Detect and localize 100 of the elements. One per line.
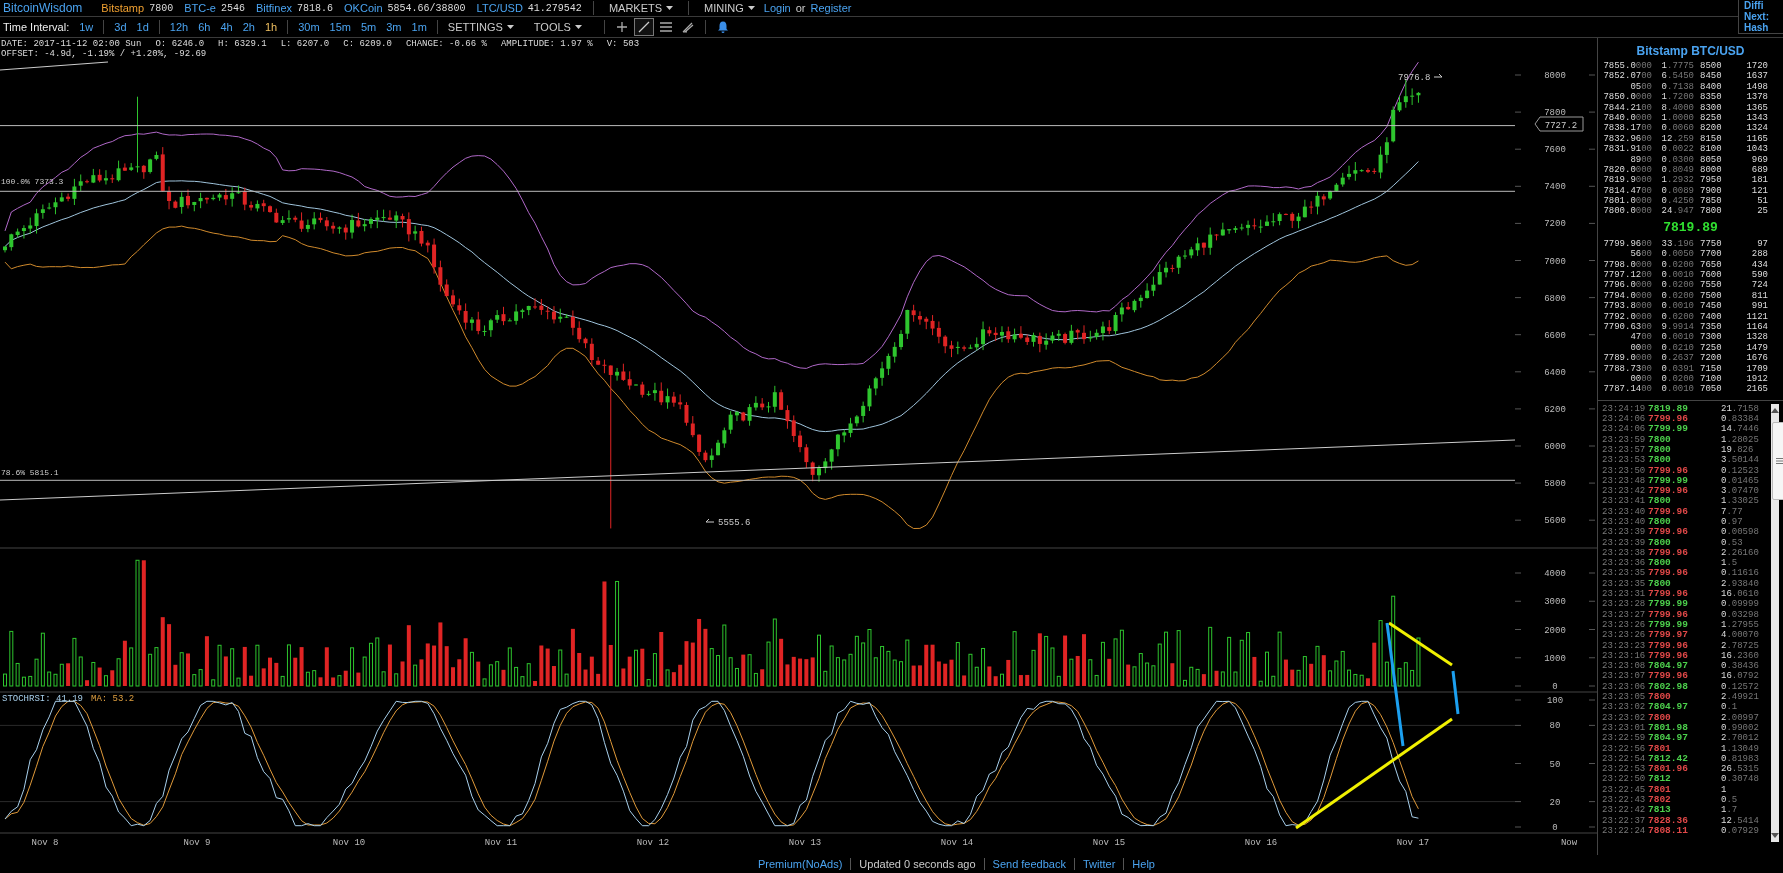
order-total: 1165 bbox=[1745, 133, 1768, 145]
interval-tab[interactable]: 2h bbox=[238, 21, 259, 33]
price-axis-label: 6800 bbox=[1544, 293, 1566, 304]
trade-time: 23:22:37 bbox=[1602, 815, 1646, 826]
order-amount: 1.0000 bbox=[1660, 112, 1694, 124]
order-total: 1043 bbox=[1745, 144, 1768, 155]
order-price: 7838.1700 bbox=[1602, 123, 1652, 134]
order-price: 8900 bbox=[1629, 154, 1652, 165]
info-text: AMPLITUDE: 1.97 % bbox=[500, 39, 593, 49]
trade-time: 23:23:27 bbox=[1602, 609, 1646, 620]
order-level: 8050 bbox=[1700, 154, 1723, 165]
trade-amount: 0.53 bbox=[1721, 537, 1743, 548]
interval-tab[interactable]: 3m bbox=[382, 21, 406, 33]
order-price: 7794.0000 bbox=[1602, 290, 1652, 302]
order-price: 7788.7300 bbox=[1602, 363, 1652, 374]
trade-time: 23:23:40 bbox=[1602, 506, 1646, 517]
order-level: 8300 bbox=[1700, 102, 1723, 113]
order-level: 7150 bbox=[1700, 363, 1723, 374]
menu-button[interactable]: MINING bbox=[700, 2, 759, 14]
price-axis-label: 6400 bbox=[1544, 367, 1566, 378]
order-total: 1365 bbox=[1745, 102, 1768, 113]
trade-time: 23:23:26 bbox=[1602, 619, 1646, 631]
interval-tab[interactable]: 1m bbox=[407, 21, 431, 33]
footer-link[interactable]: Send feedback bbox=[983, 858, 1074, 870]
trade-price: 7800 bbox=[1648, 496, 1671, 507]
order-price: 5600 bbox=[1629, 249, 1652, 260]
interval-tab[interactable]: 30m bbox=[294, 21, 324, 33]
trade-amount: 1.7 bbox=[1721, 805, 1738, 816]
trade-amount: 16.2360 bbox=[1721, 650, 1759, 662]
price-axis-label: 6600 bbox=[1544, 330, 1566, 341]
order-total: 121 bbox=[1750, 185, 1768, 197]
exchange-link[interactable]: Bitstamp bbox=[101, 2, 145, 14]
trade-price: 7801.98 bbox=[1648, 722, 1688, 734]
order-amount: 12.259 bbox=[1660, 133, 1694, 145]
menu-button[interactable]: SETTINGS bbox=[443, 21, 518, 33]
order-price: 7852.0700 bbox=[1602, 71, 1652, 82]
ticker-price: 41.279542 bbox=[527, 2, 582, 14]
date-axis-label: Nov 16 bbox=[1244, 838, 1278, 848]
menu-button[interactable]: TOOLS bbox=[529, 21, 586, 33]
site-logo[interactable]: BitcoinWisdom bbox=[3, 1, 83, 15]
interval-tab[interactable]: 3d bbox=[110, 21, 131, 33]
interval-tab[interactable]: 12h bbox=[165, 21, 193, 33]
footer-link[interactable]: Premium(NoAds) bbox=[750, 858, 851, 870]
menu-button[interactable]: MARKETS bbox=[604, 2, 678, 14]
order-amount: 0.0089 bbox=[1660, 185, 1694, 197]
trade-price: 7799.99 bbox=[1648, 424, 1688, 435]
trade-time: 23:23:07 bbox=[1602, 671, 1646, 682]
order-total: 1637 bbox=[1745, 71, 1768, 82]
login-link[interactable]: Login bbox=[763, 2, 791, 14]
order-amount: 0.0200 bbox=[1660, 311, 1694, 322]
info-text: CHANGE: -0.66 % bbox=[405, 39, 487, 49]
trade-time: 23:23:42 bbox=[1602, 486, 1646, 497]
trade-time: 23:23:41 bbox=[1602, 496, 1646, 507]
register-link[interactable]: Register bbox=[810, 2, 852, 14]
trade-time: 23:23:36 bbox=[1602, 558, 1646, 569]
interval-tab[interactable]: 1d bbox=[132, 21, 153, 33]
footer-link[interactable]: Twitter bbox=[1073, 858, 1124, 870]
interval-tab[interactable]: 6h bbox=[194, 21, 215, 33]
trade-price: 7799.99 bbox=[1648, 475, 1688, 487]
order-amount: 0.2637 bbox=[1660, 353, 1694, 364]
trade-amount: 3.07470 bbox=[1721, 486, 1759, 497]
order-level: 7700 bbox=[1700, 249, 1723, 260]
trade-price: 7828.36 bbox=[1648, 815, 1688, 826]
mining-label: Next: bbox=[1744, 11, 1770, 22]
trade-amount: 2.70012 bbox=[1721, 733, 1759, 744]
trade-price: 7799.96 bbox=[1648, 465, 1688, 476]
order-amount: 1.7200 bbox=[1660, 92, 1694, 103]
order-level: 7400 bbox=[1700, 311, 1723, 322]
ticker-price: 2546 bbox=[220, 2, 245, 14]
interval-tab[interactable]: 15m bbox=[325, 21, 355, 33]
order-price: 7800.0000 bbox=[1602, 206, 1652, 217]
trade-time: 23:23:35 bbox=[1602, 568, 1646, 579]
order-total: 811 bbox=[1750, 290, 1768, 302]
order-total: 991 bbox=[1750, 301, 1768, 312]
interval-tab[interactable]: 5m bbox=[356, 21, 381, 33]
update-status-text: Updated 0 seconds ago bbox=[850, 858, 984, 870]
trade-amount: 4.00070 bbox=[1721, 630, 1759, 641]
order-amount: 0.0010 bbox=[1660, 332, 1694, 343]
interval-tab[interactable]: 1w bbox=[75, 21, 98, 33]
info-text: DATE: 2017-11-12 02:00 Sun bbox=[1, 39, 142, 49]
order-level: 7800 bbox=[1700, 206, 1723, 217]
exchange-link[interactable]: BTC-e bbox=[184, 2, 216, 14]
date-axis-label: Nov 10 bbox=[332, 838, 366, 848]
exchange-link[interactable]: OKCoin bbox=[344, 2, 383, 14]
trade-price: 7799.96 bbox=[1648, 609, 1688, 620]
order-total: 97 bbox=[1756, 238, 1768, 250]
order-level: 8450 bbox=[1700, 71, 1723, 82]
footer-link[interactable]: Help bbox=[1123, 858, 1163, 870]
interval-tab[interactable]: 4h bbox=[216, 21, 237, 33]
mining-label: Diffi bbox=[1744, 0, 1765, 11]
trade-price: 7800 bbox=[1648, 455, 1671, 466]
order-amount: 0.0200 bbox=[1660, 280, 1694, 291]
trade-amount: 2.26160 bbox=[1721, 547, 1759, 559]
exchange-link[interactable]: Bitfinex bbox=[255, 2, 293, 14]
order-level: 7500 bbox=[1700, 290, 1723, 302]
trade-time: 23:23:26 bbox=[1602, 630, 1646, 641]
date-axis-label: Nov 9 bbox=[183, 838, 211, 848]
exchange-link[interactable]: LTC/USD bbox=[476, 2, 523, 14]
trade-price: 7804.97 bbox=[1648, 702, 1688, 713]
interval-tab[interactable]: 1h bbox=[260, 21, 282, 33]
